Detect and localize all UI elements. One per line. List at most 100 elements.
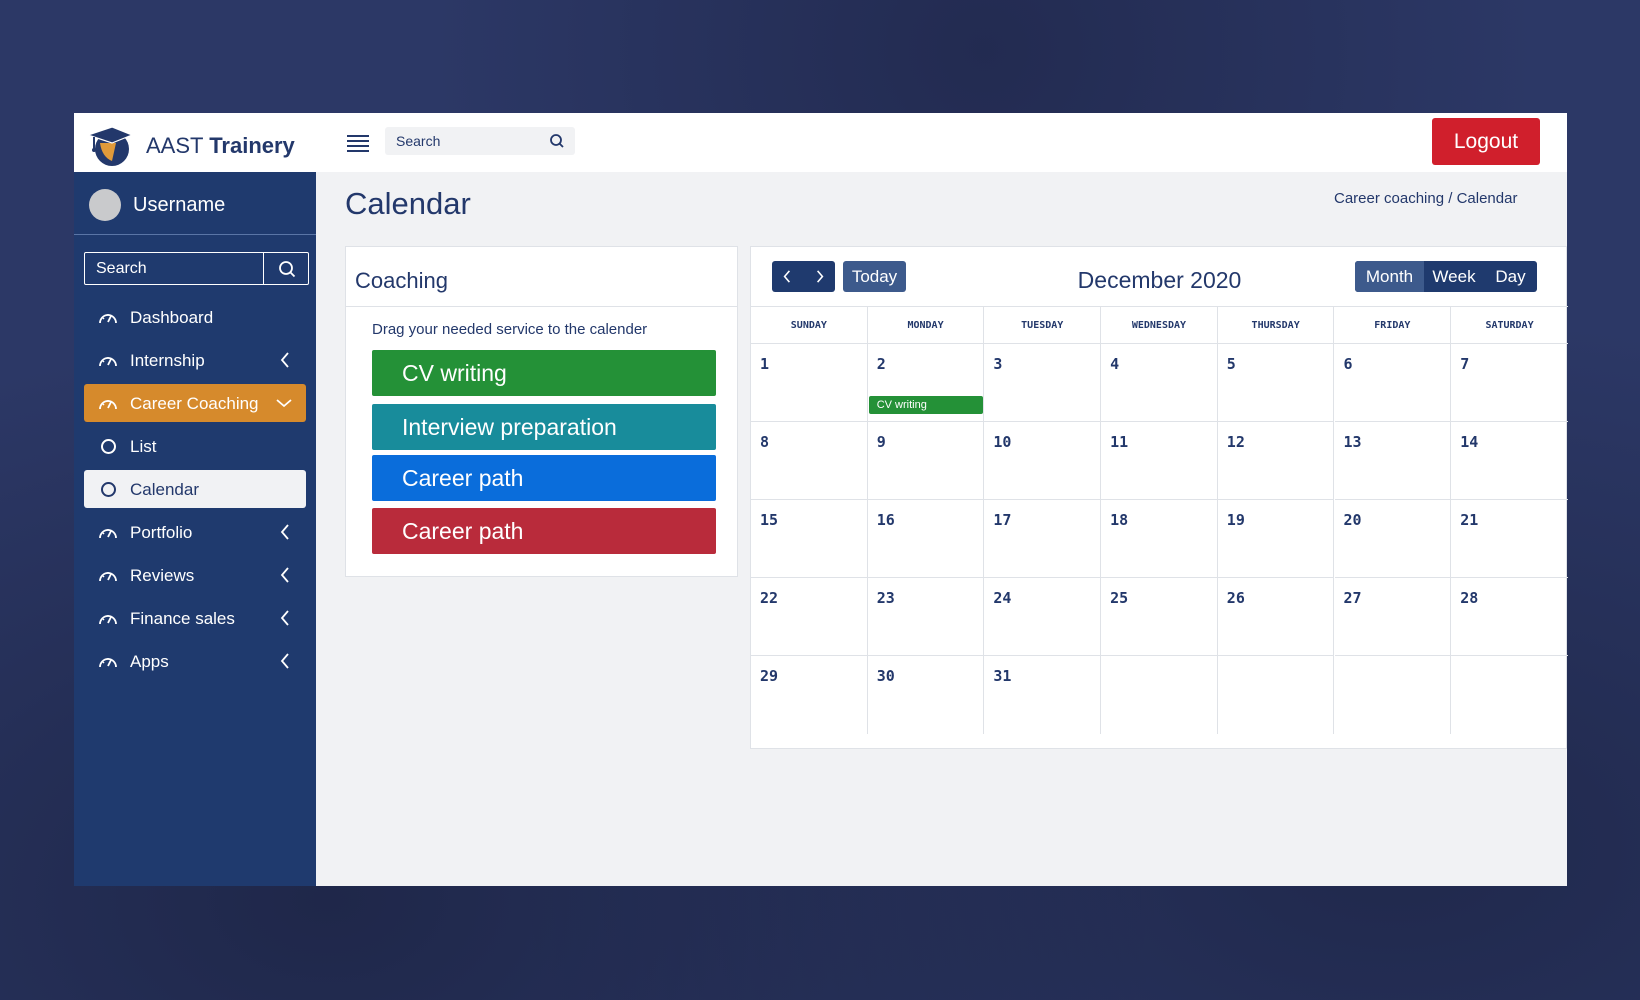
avatar[interactable]: [89, 189, 121, 221]
calendar-day-cell[interactable]: 15: [751, 500, 868, 578]
calendar-day-cell[interactable]: 31: [984, 656, 1102, 734]
calendar-day-cell[interactable]: 22: [751, 578, 868, 656]
calendar-day-number: 2: [876, 355, 886, 373]
calendar-day-cell[interactable]: 21: [1451, 500, 1568, 578]
calendar-day-cell[interactable]: 26: [1217, 578, 1335, 656]
sidebar-item-apps[interactable]: Apps: [84, 642, 306, 680]
calendar-day-number: 9: [876, 433, 886, 451]
sidebar-item-label: Career Coaching: [130, 394, 259, 413]
sidebar-item-finance-sales[interactable]: Finance sales: [84, 599, 306, 637]
chevron-down-icon: [276, 399, 292, 408]
weekday-header-row: SUNDAY MONDAY TUESDAY WEDNESDAY THURSDAY FRID…: [751, 307, 1568, 344]
calendar-day-cell[interactable]: 13: [1334, 422, 1452, 500]
graduation-cap-logo-icon: [86, 126, 134, 166]
calendar-day-cell[interactable]: 30: [868, 656, 985, 734]
calendar-day-cell[interactable]: 28: [1451, 578, 1568, 656]
hamburger-menu-icon[interactable]: [347, 135, 369, 152]
service-career-path-alt[interactable]: Career path: [372, 508, 716, 554]
calendar-day-number: 13: [1343, 433, 1362, 451]
sidebar-subitem-list[interactable]: List: [84, 427, 306, 465]
calendar-day-cell[interactable]: 4: [1101, 344, 1218, 422]
chevron-left-icon: [280, 567, 289, 583]
calendar-day-cell[interactable]: [1218, 656, 1335, 734]
search-icon[interactable]: [549, 133, 565, 149]
dashboard-gauge-icon: [99, 314, 117, 324]
weekday-header: SUNDAY: [751, 307, 868, 344]
calendar-panel: Today December 2020 Month Week Day SUNDA…: [750, 246, 1568, 749]
calendar-day-number: 1: [760, 355, 770, 373]
calendar-day-cell[interactable]: 11: [1101, 422, 1218, 500]
search-icon: [279, 261, 296, 278]
logout-button[interactable]: Logout: [1432, 118, 1540, 165]
calendar-day-cell[interactable]: [1335, 656, 1452, 734]
service-interview-preparation[interactable]: Interview preparation: [372, 404, 716, 450]
calendar-event[interactable]: CV writing: [868, 396, 983, 414]
coaching-panel-header: Coaching: [346, 247, 737, 307]
calendar-day-cell[interactable]: 24: [984, 578, 1102, 656]
username: Username: [133, 194, 226, 216]
sidebar-item-portfolio[interactable]: Portfolio: [84, 513, 306, 551]
calendar-day-cell[interactable]: 14: [1451, 422, 1568, 500]
top-search-input[interactable]: [385, 127, 535, 155]
calendar-day-cell[interactable]: 18: [1101, 500, 1218, 578]
sidebar-item-label: Calendar: [130, 480, 199, 499]
calendar-day-cell[interactable]: 10: [984, 422, 1102, 500]
calendar-day-cell[interactable]: [1451, 656, 1568, 734]
calendar-day-cell[interactable]: 1: [751, 344, 868, 422]
sidebar-item-reviews[interactable]: Reviews: [84, 556, 306, 594]
calendar-day-cell[interactable]: 16: [867, 500, 985, 578]
calendar-day-number: 27: [1343, 589, 1362, 607]
page-title: Calendar: [345, 186, 471, 221]
sidebar-item-label: List: [130, 437, 157, 456]
sidebar-search-input[interactable]: [85, 253, 265, 284]
chevron-left-icon: [280, 610, 289, 626]
calendar-day-number: 28: [1460, 589, 1479, 607]
calendar-day-cell[interactable]: 20: [1334, 500, 1452, 578]
view-day-button[interactable]: Day: [1484, 261, 1537, 292]
service-cv-writing[interactable]: CV writing: [372, 350, 716, 396]
calendar-day-cell[interactable]: 8: [751, 422, 868, 500]
calendar-day-cell[interactable]: [1101, 656, 1218, 734]
calendar-day-cell[interactable]: 9: [867, 422, 985, 500]
calendar-day-number: 10: [993, 433, 1012, 451]
calendar-day-cell[interactable]: 2 CV writing: [867, 344, 985, 422]
dashboard-gauge-icon: [99, 357, 117, 367]
circle-icon: [101, 482, 116, 497]
calendar-day-number: 26: [1226, 589, 1245, 607]
sidebar-item-career-coaching[interactable]: Career Coaching: [84, 384, 306, 422]
prev-month-button[interactable]: [772, 261, 803, 292]
calendar-day-cell[interactable]: 17: [984, 500, 1102, 578]
sidebar-subitem-calendar[interactable]: Calendar: [84, 470, 306, 508]
dashboard-gauge-icon: [99, 529, 117, 539]
next-month-button[interactable]: [804, 261, 835, 292]
calendar-day-cell[interactable]: 25: [1101, 578, 1218, 656]
circle-icon: [101, 439, 116, 454]
view-month-button[interactable]: Month: [1355, 261, 1424, 292]
calendar-day-number: 23: [876, 589, 895, 607]
calendar-day-cell[interactable]: 6: [1334, 344, 1452, 422]
calendar-day-cell[interactable]: 5: [1217, 344, 1335, 422]
calendar-day-number: 14: [1460, 433, 1479, 451]
calendar-day-cell[interactable]: 23: [867, 578, 985, 656]
service-career-path[interactable]: Career path: [372, 455, 716, 501]
sidebar-item-dashboard[interactable]: Dashboard: [84, 298, 306, 336]
breadcrumb[interactable]: Career coaching / Calendar: [1334, 190, 1517, 207]
calendar-day-cell[interactable]: 7: [1451, 344, 1568, 422]
weekday-header: TUESDAY: [984, 307, 1102, 344]
chevron-right-icon: [816, 270, 824, 283]
sidebar-item-label: Apps: [130, 652, 169, 671]
sidebar-search-button[interactable]: [263, 253, 308, 284]
calendar-day-cell[interactable]: 29: [751, 656, 868, 734]
calendar-day-number: 20: [1343, 511, 1362, 529]
calendar-day-cell[interactable]: 27: [1334, 578, 1452, 656]
today-button[interactable]: Today: [843, 261, 906, 292]
calendar-day-cell[interactable]: 3: [984, 344, 1102, 422]
calendar-day-number: 17: [993, 511, 1012, 529]
calendar-day-cell[interactable]: 12: [1217, 422, 1335, 500]
view-week-button[interactable]: Week: [1424, 261, 1484, 292]
dashboard-gauge-icon: [99, 400, 117, 410]
calendar-nav-group: [772, 261, 835, 292]
calendar-day-number: 6: [1343, 355, 1353, 373]
calendar-day-cell[interactable]: 19: [1217, 500, 1335, 578]
sidebar-item-internship[interactable]: Internship: [84, 341, 306, 379]
